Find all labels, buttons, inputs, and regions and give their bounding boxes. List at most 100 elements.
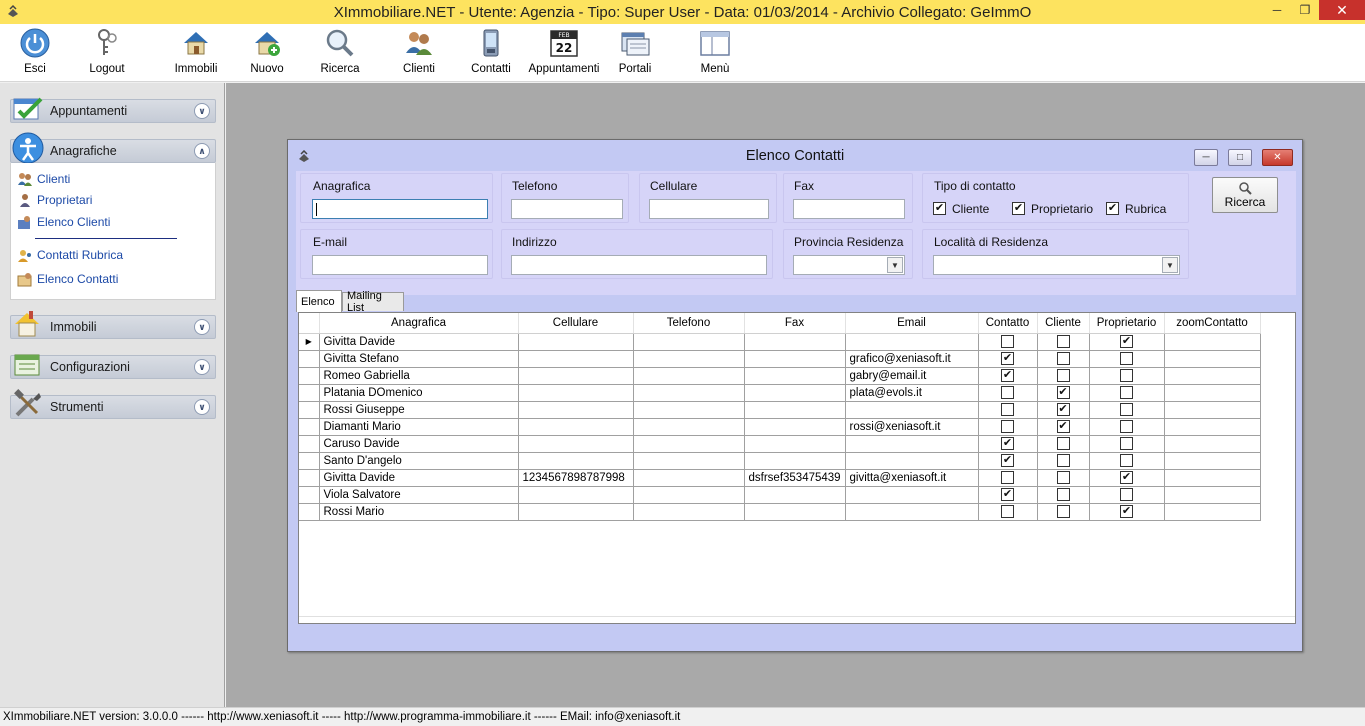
cell-cellulare[interactable] <box>518 401 634 419</box>
cell-zoomcontatto[interactable] <box>1164 418 1261 436</box>
proprietario-checkbox[interactable] <box>1120 420 1133 433</box>
cliente-checkbox[interactable]: ✔ <box>933 202 946 215</box>
cell-email[interactable]: gabry@email.it <box>845 367 979 385</box>
cell-zoomcontatto[interactable] <box>1164 333 1261 351</box>
contatto-checkbox[interactable]: ✔ <box>1001 352 1014 365</box>
sidebar-section-appuntamenti[interactable]: Appuntamenti ∨ <box>10 97 216 123</box>
cell-zoomcontatto[interactable] <box>1164 435 1261 453</box>
chevron-down-icon[interactable]: ▼ <box>887 257 903 273</box>
sidebar-section-configurazioni[interactable]: Configurazioni ∨ <box>10 354 216 379</box>
proprietario-checkbox[interactable] <box>1120 403 1133 416</box>
cell-fax[interactable] <box>744 333 846 351</box>
table-row[interactable]: Givitta Stefano grafico@xeniasoft.it ✔ <box>299 350 1261 368</box>
cliente-checkbox[interactable] <box>1056 488 1070 501</box>
sidebar-section-strumenti[interactable]: Strumenti ∨ <box>10 389 216 419</box>
cell-email[interactable] <box>845 435 979 453</box>
sidebar-link-proprietari[interactable]: Proprietari <box>17 192 92 208</box>
column-header-fax[interactable]: Fax <box>744 313 846 334</box>
cell-fax[interactable]: dsfrsef353475439 <box>744 469 846 487</box>
cell-anagrafica[interactable]: Givitta Stefano <box>319 350 519 368</box>
cell-anagrafica[interactable]: Platania DOmenico <box>319 384 519 402</box>
sidebar-section-anagrafiche[interactable]: Anagrafiche ∧ <box>10 132 216 164</box>
proprietario-checkbox[interactable]: ✔ <box>1012 202 1025 215</box>
row-header[interactable] <box>299 350 320 368</box>
table-row[interactable]: Rossi Giuseppe ✔ <box>299 401 1261 419</box>
cell-cellulare[interactable] <box>518 350 634 368</box>
contatto-checkbox[interactable]: ✔ <box>1001 437 1014 450</box>
cell-fax[interactable] <box>744 452 846 470</box>
app-icon[interactable] <box>5 4 21 20</box>
cell-zoomcontatto[interactable] <box>1164 384 1261 402</box>
tab-elenco[interactable]: Elenco <box>296 290 342 312</box>
proprietario-checkbox[interactable] <box>1120 488 1133 501</box>
cell-zoomcontatto[interactable] <box>1164 350 1261 368</box>
anagrafica-input[interactable] <box>312 199 488 219</box>
current-row-indicator[interactable]: ▶ <box>299 333 320 351</box>
cell-fax[interactable] <box>744 503 846 521</box>
sidebar-link-elenco-clienti[interactable]: Elenco Clienti <box>17 214 110 230</box>
cell-email[interactable]: rossi@xeniasoft.it <box>845 418 979 436</box>
contatto-checkbox[interactable]: ✔ <box>1001 488 1014 501</box>
contacts-grid[interactable]: Anagrafica Cellulare Telefono Fax Email … <box>298 312 1296 624</box>
proprietario-checkbox[interactable] <box>1120 369 1133 382</box>
cell-fax[interactable] <box>744 384 846 402</box>
sidebar-link-clienti[interactable]: Clienti <box>17 171 70 187</box>
child-close-button[interactable]: ✕ <box>1262 149 1293 166</box>
esci-button[interactable]: Esci <box>18 26 52 80</box>
contatto-checkbox[interactable] <box>1001 403 1014 416</box>
chevron-down-icon[interactable]: ∨ <box>194 319 210 335</box>
table-row[interactable]: Platania DOmenico plata@evols.it ✔ <box>299 384 1261 402</box>
cliente-checkbox[interactable]: ✔ <box>1056 420 1070 433</box>
sidebar-section-immobili[interactable]: Immobili ∨ <box>10 311 216 339</box>
row-header[interactable] <box>299 503 320 521</box>
cell-telefono[interactable] <box>633 452 745 470</box>
contatti-button[interactable]: Contatti <box>471 26 511 80</box>
chevron-down-icon[interactable]: ∨ <box>194 399 210 415</box>
cell-email[interactable] <box>845 452 979 470</box>
indirizzo-input[interactable] <box>511 255 767 275</box>
cell-fax[interactable] <box>744 367 846 385</box>
cellulare-input[interactable] <box>649 199 769 219</box>
cell-telefono[interactable] <box>633 367 745 385</box>
column-header-email[interactable]: Email <box>845 313 979 334</box>
cell-zoomcontatto[interactable] <box>1164 401 1261 419</box>
telefono-input[interactable] <box>511 199 623 219</box>
cell-anagrafica[interactable]: Diamanti Mario <box>319 418 519 436</box>
row-header[interactable] <box>299 384 320 402</box>
cell-email[interactable] <box>845 401 979 419</box>
cell-email[interactable] <box>845 486 979 504</box>
cell-cellulare[interactable] <box>518 503 634 521</box>
app-icon[interactable] <box>297 150 311 164</box>
close-button[interactable]: ✕ <box>1319 0 1365 20</box>
provincia-select[interactable]: ▼ <box>793 255 905 275</box>
cell-fax[interactable] <box>744 418 846 436</box>
proprietario-checkbox[interactable] <box>1120 386 1133 399</box>
cell-fax[interactable] <box>744 350 846 368</box>
cell-telefono[interactable] <box>633 333 745 351</box>
table-row[interactable]: Diamanti Mario rossi@xeniasoft.it ✔ <box>299 418 1261 436</box>
cell-fax[interactable] <box>744 486 846 504</box>
cell-telefono[interactable] <box>633 350 745 368</box>
cell-zoomcontatto[interactable] <box>1164 469 1261 487</box>
proprietario-checkbox[interactable]: ✔ <box>1120 471 1133 484</box>
cell-zoomcontatto[interactable] <box>1164 486 1261 504</box>
cell-telefono[interactable] <box>633 486 745 504</box>
row-header[interactable] <box>299 486 320 504</box>
cell-anagrafica[interactable]: Rossi Giuseppe <box>319 401 519 419</box>
chevron-down-icon[interactable]: ∨ <box>194 103 210 119</box>
contatto-checkbox[interactable]: ✔ <box>1001 454 1014 467</box>
cell-telefono[interactable] <box>633 401 745 419</box>
chevron-down-icon[interactable]: ▼ <box>1162 257 1178 273</box>
fax-input[interactable] <box>793 199 905 219</box>
cell-zoomcontatto[interactable] <box>1164 452 1261 470</box>
cell-telefono[interactable] <box>633 503 745 521</box>
row-header[interactable] <box>299 367 320 385</box>
email-input[interactable] <box>312 255 488 275</box>
table-row[interactable]: ▶ Givitta Davide ✔ <box>299 333 1261 351</box>
contatto-checkbox[interactable]: ✔ <box>1001 369 1014 382</box>
row-header[interactable] <box>299 469 320 487</box>
portali-button[interactable]: Portali <box>618 26 652 80</box>
column-header-anagrafica[interactable]: Anagrafica <box>319 313 519 334</box>
cliente-checkbox[interactable]: ✔ <box>1056 403 1070 416</box>
table-row[interactable]: Viola Salvatore ✔ <box>299 486 1261 504</box>
